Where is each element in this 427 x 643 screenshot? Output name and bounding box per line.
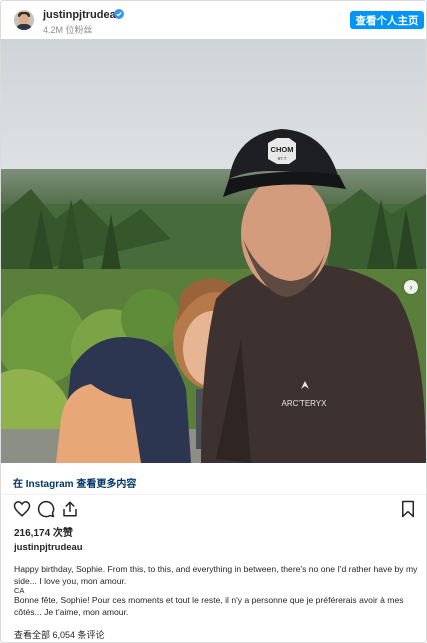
caption-french: Bonne fête, Sophie! Pour ces moments et … (14, 595, 404, 617)
share-icon[interactable] (61, 500, 79, 518)
couple-selfie-image: CHOM 97.7 ARC'TERYX (1, 39, 426, 463)
instagram-embed-card: justinpjtrudeau 4.2M 位粉丝 查看个人主页 CHOM 97.… (0, 0, 427, 643)
verified-badge-icon (114, 9, 124, 19)
view-profile-button[interactable]: 查看个人主页 (350, 11, 424, 29)
post-owner-username[interactable]: justinpjtrudeau (14, 542, 83, 553)
action-bar (1, 494, 426, 520)
post-photo[interactable]: CHOM 97.7 ARC'TERYX › (1, 39, 426, 463)
instagram-more-link-text[interactable]: 在 Instagram 查看更多内容 (13, 475, 136, 490)
username[interactable]: justinpjtrudeau (43, 9, 122, 21)
follower-count: 4.2M 位粉丝 (43, 25, 93, 35)
like-count[interactable]: 216,174 次赞 (14, 524, 73, 539)
language-tag: CA (14, 586, 25, 595)
bookmark-icon[interactable] (399, 500, 417, 518)
cap-logo-text: CHOM (271, 145, 294, 154)
heart-icon[interactable] (13, 500, 31, 518)
jacket-brand-text: ARC'TERYX (282, 399, 328, 408)
caption-english: Happy birthday, Sophie. From this, to th… (14, 564, 418, 586)
instagram-more-link[interactable]: 在 Instagram 查看更多内容 (1, 463, 426, 495)
cap-logo-subtext: 97.7 (278, 156, 287, 161)
next-slide-arrow-icon[interactable]: › (404, 280, 418, 294)
post-header: justinpjtrudeau 4.2M 位粉丝 查看个人主页 (1, 1, 426, 39)
view-all-comments-link[interactable]: 查看全部 6,054 条评论 (14, 628, 105, 641)
avatar[interactable] (14, 10, 34, 30)
comment-icon[interactable] (37, 500, 55, 518)
